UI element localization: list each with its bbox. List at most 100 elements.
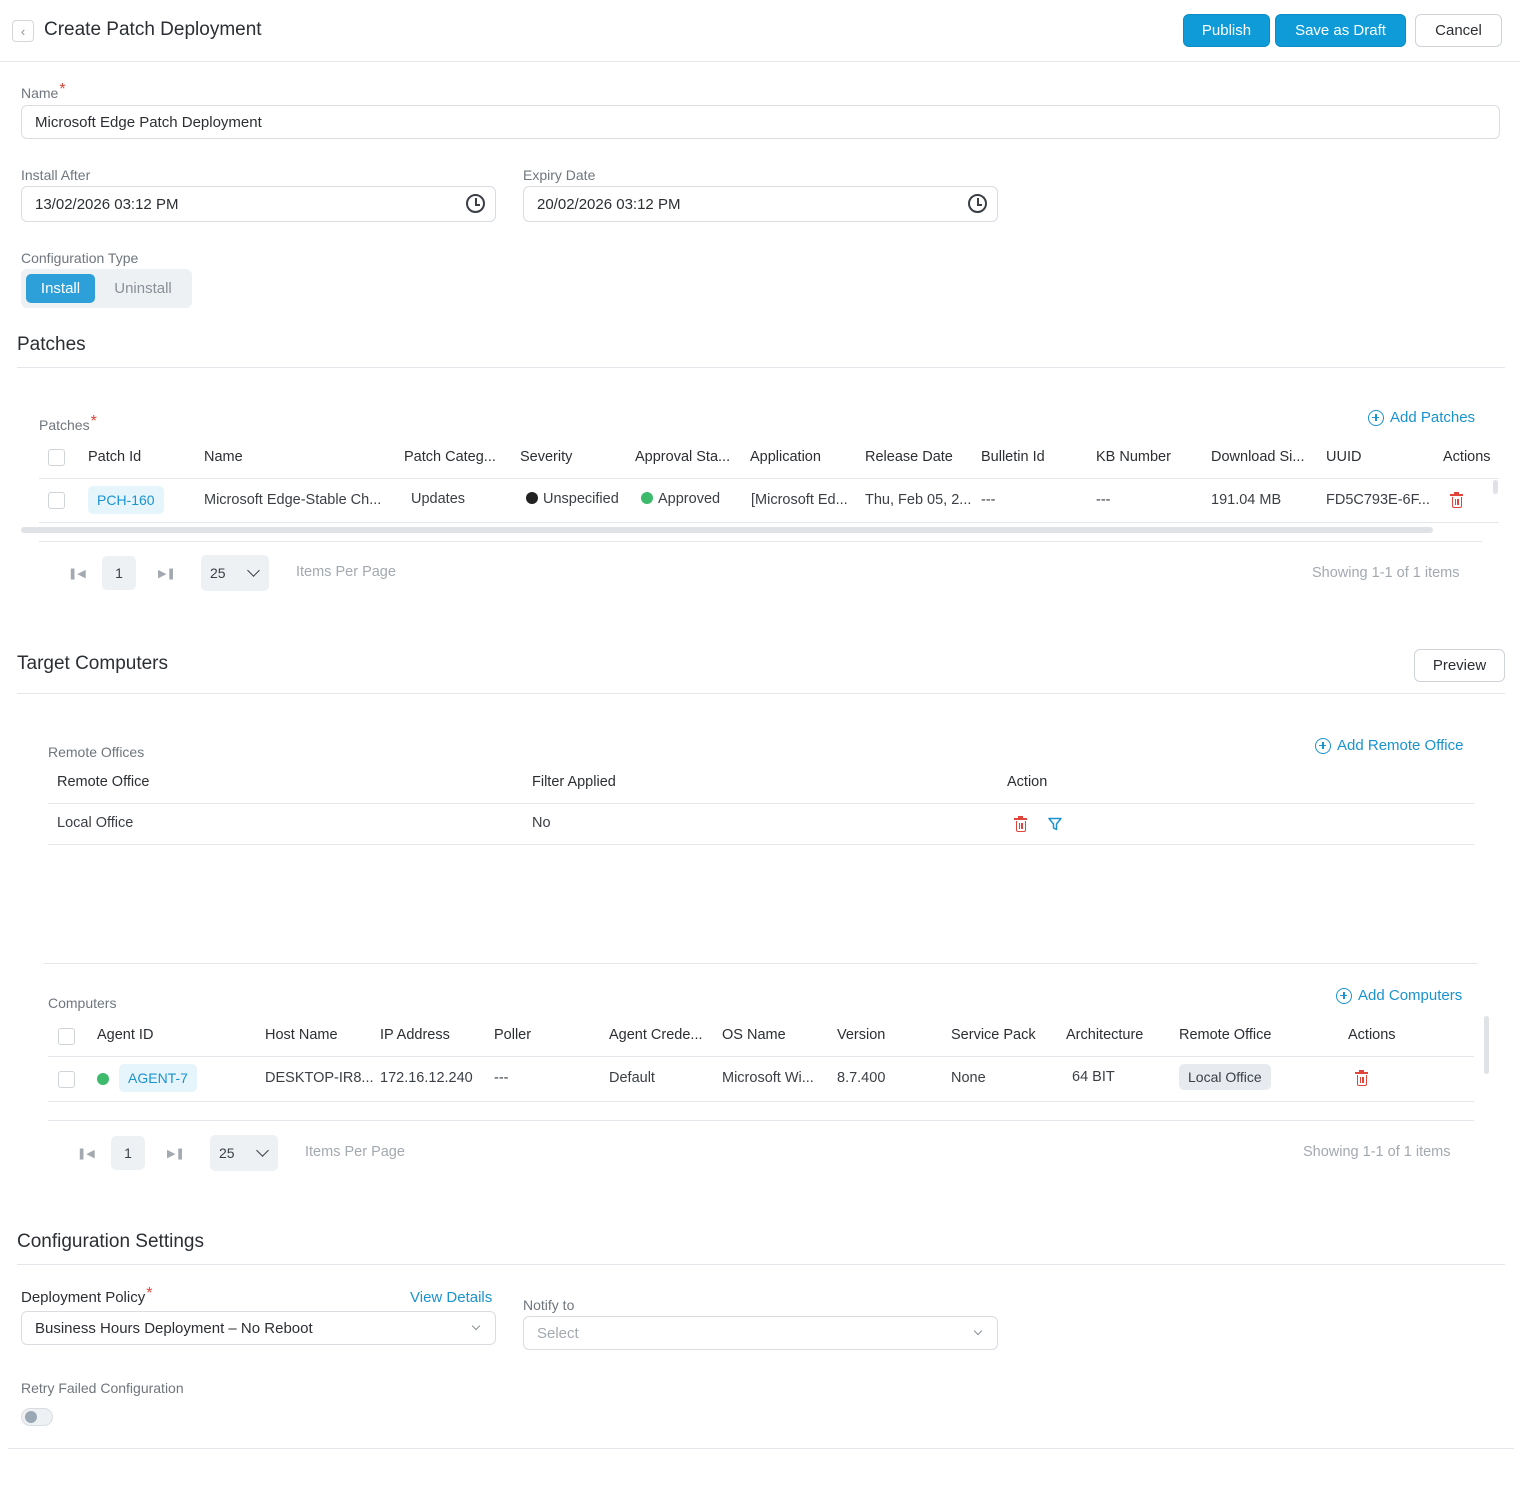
- remote-office-tag: Local Office: [1179, 1064, 1271, 1090]
- approved-dot-icon: [641, 492, 653, 504]
- col-severity[interactable]: Severity: [520, 449, 572, 465]
- add-computers-button[interactable]: Add Computers: [1336, 987, 1462, 1004]
- add-remote-office-button[interactable]: Add Remote Office: [1315, 737, 1463, 754]
- severity-dot-icon: [526, 492, 538, 504]
- col-actions: Actions: [1348, 1027, 1396, 1043]
- filter-icon[interactable]: [1048, 817, 1062, 831]
- col-poller[interactable]: Poller: [494, 1027, 531, 1043]
- divider: [48, 1120, 1474, 1121]
- delete-icon[interactable]: [1450, 492, 1463, 508]
- col-uuid[interactable]: UUID: [1326, 449, 1361, 465]
- row-checkbox[interactable]: [58, 1071, 75, 1088]
- col-version[interactable]: Version: [837, 1027, 885, 1043]
- cancel-button[interactable]: Cancel: [1415, 14, 1502, 47]
- notify-to-label: Notify to: [523, 1297, 575, 1313]
- agent-id-tag[interactable]: AGENT-7: [119, 1064, 197, 1092]
- view-details-link[interactable]: View Details: [410, 1289, 492, 1306]
- config-type-label: Configuration Type: [21, 250, 139, 266]
- vertical-scrollbar[interactable]: [1484, 1016, 1489, 1074]
- required-asterisk: *: [90, 413, 97, 430]
- col-filter-applied[interactable]: Filter Applied: [532, 774, 616, 790]
- delete-icon[interactable]: [1014, 816, 1027, 832]
- col-application[interactable]: Application: [750, 449, 821, 465]
- row-checkbox[interactable]: [48, 492, 65, 509]
- patches-section-title: Patches: [17, 334, 86, 355]
- preview-button[interactable]: Preview: [1414, 649, 1505, 682]
- col-approval-status[interactable]: Approval Sta...: [635, 449, 730, 465]
- col-bulletin-id[interactable]: Bulletin Id: [981, 449, 1045, 465]
- patches-table-label: Patches*: [39, 413, 97, 433]
- patch-release-date: Thu, Feb 05, 2...: [865, 492, 972, 508]
- online-status-icon: [97, 1073, 109, 1085]
- col-ip-address[interactable]: IP Address: [380, 1027, 450, 1043]
- divider: [39, 478, 1499, 479]
- col-release-date[interactable]: Release Date: [865, 449, 953, 465]
- first-page-icon[interactable]: ❚◀: [68, 567, 86, 580]
- per-page-select[interactable]: 25: [210, 1135, 278, 1171]
- divider: [17, 1264, 1505, 1265]
- install-after-input[interactable]: 13/02/2026 03:12 PM: [21, 186, 496, 222]
- patch-severity: Unspecified: [526, 491, 619, 507]
- os-name: Microsoft Wi...: [722, 1070, 814, 1086]
- required-asterisk: *: [59, 81, 66, 98]
- col-host-name[interactable]: Host Name: [265, 1027, 338, 1043]
- col-actions: Actions: [1443, 449, 1491, 465]
- expiry-date-input[interactable]: 20/02/2026 03:12 PM: [523, 186, 998, 222]
- delete-icon[interactable]: [1355, 1070, 1368, 1086]
- col-remote-office[interactable]: Remote Office: [57, 774, 149, 790]
- clock-icon[interactable]: [968, 194, 987, 213]
- retry-failed-label: Retry Failed Configuration: [21, 1380, 184, 1396]
- first-page-icon[interactable]: ❚◀: [77, 1147, 95, 1160]
- retry-failed-toggle[interactable]: [21, 1408, 53, 1426]
- items-per-page-label: Items Per Page: [305, 1144, 405, 1160]
- col-service-pack[interactable]: Service Pack: [951, 1027, 1036, 1043]
- notify-to-select[interactable]: Select: [523, 1316, 998, 1350]
- clock-icon[interactable]: [466, 194, 485, 213]
- horizontal-scrollbar[interactable]: [21, 527, 1433, 533]
- add-patches-button[interactable]: Add Patches: [1368, 409, 1475, 426]
- page-number-button[interactable]: 1: [102, 556, 136, 590]
- patch-download-size: 191.04 MB: [1211, 492, 1282, 508]
- col-os-name[interactable]: OS Name: [722, 1027, 786, 1043]
- page-title: Create Patch Deployment: [44, 19, 262, 40]
- col-kb-number[interactable]: KB Number: [1096, 449, 1171, 465]
- col-action: Action: [1007, 774, 1048, 790]
- divider: [39, 541, 1482, 542]
- col-download-size[interactable]: Download Si...: [1211, 449, 1305, 465]
- plus-circle-icon: [1315, 737, 1331, 754]
- col-name[interactable]: Name: [204, 449, 243, 465]
- config-type-install[interactable]: Install: [26, 274, 95, 303]
- col-remote-office[interactable]: Remote Office: [1179, 1027, 1271, 1043]
- config-type-uninstall[interactable]: Uninstall: [99, 274, 187, 303]
- plus-circle-icon: [1368, 409, 1384, 426]
- host-name: DESKTOP-IR8...: [265, 1070, 374, 1086]
- chevron-down-icon: [471, 1321, 481, 1331]
- notify-to-placeholder: Select: [537, 1324, 579, 1342]
- showing-count: Showing 1-1 of 1 items: [1303, 1144, 1451, 1160]
- patch-id-tag[interactable]: PCH-160: [88, 486, 164, 514]
- select-all-checkbox[interactable]: [48, 449, 65, 466]
- divider: [48, 844, 1474, 845]
- last-page-icon[interactable]: ▶❚: [167, 1147, 185, 1160]
- per-page-select[interactable]: 25: [201, 555, 269, 591]
- vertical-scrollbar[interactable]: [1493, 480, 1498, 494]
- last-page-icon[interactable]: ▶❚: [158, 567, 176, 580]
- divider: [48, 803, 1474, 804]
- config-type-toggle: Install Uninstall: [21, 269, 192, 308]
- col-agent-credential[interactable]: Agent Crede...: [609, 1027, 703, 1043]
- remote-offices-label: Remote Offices: [48, 744, 145, 760]
- select-all-checkbox[interactable]: [58, 1028, 75, 1045]
- chevron-down-icon: [256, 1144, 269, 1157]
- install-after-label: Install After: [21, 167, 91, 183]
- name-input[interactable]: Microsoft Edge Patch Deployment: [21, 105, 1500, 139]
- back-chevron-icon[interactable]: ‹: [12, 20, 34, 42]
- col-patch-id[interactable]: Patch Id: [88, 449, 141, 465]
- col-agent-id[interactable]: Agent ID: [97, 1027, 153, 1043]
- publish-button[interactable]: Publish: [1183, 14, 1270, 47]
- deployment-policy-select[interactable]: Business Hours Deployment – No Reboot: [21, 1311, 496, 1345]
- col-patch-category[interactable]: Patch Categ...: [404, 449, 496, 465]
- col-architecture[interactable]: Architecture: [1066, 1027, 1143, 1043]
- page-number-button[interactable]: 1: [111, 1136, 145, 1170]
- name-label: Name*: [21, 81, 66, 101]
- save-draft-button[interactable]: Save as Draft: [1275, 14, 1406, 47]
